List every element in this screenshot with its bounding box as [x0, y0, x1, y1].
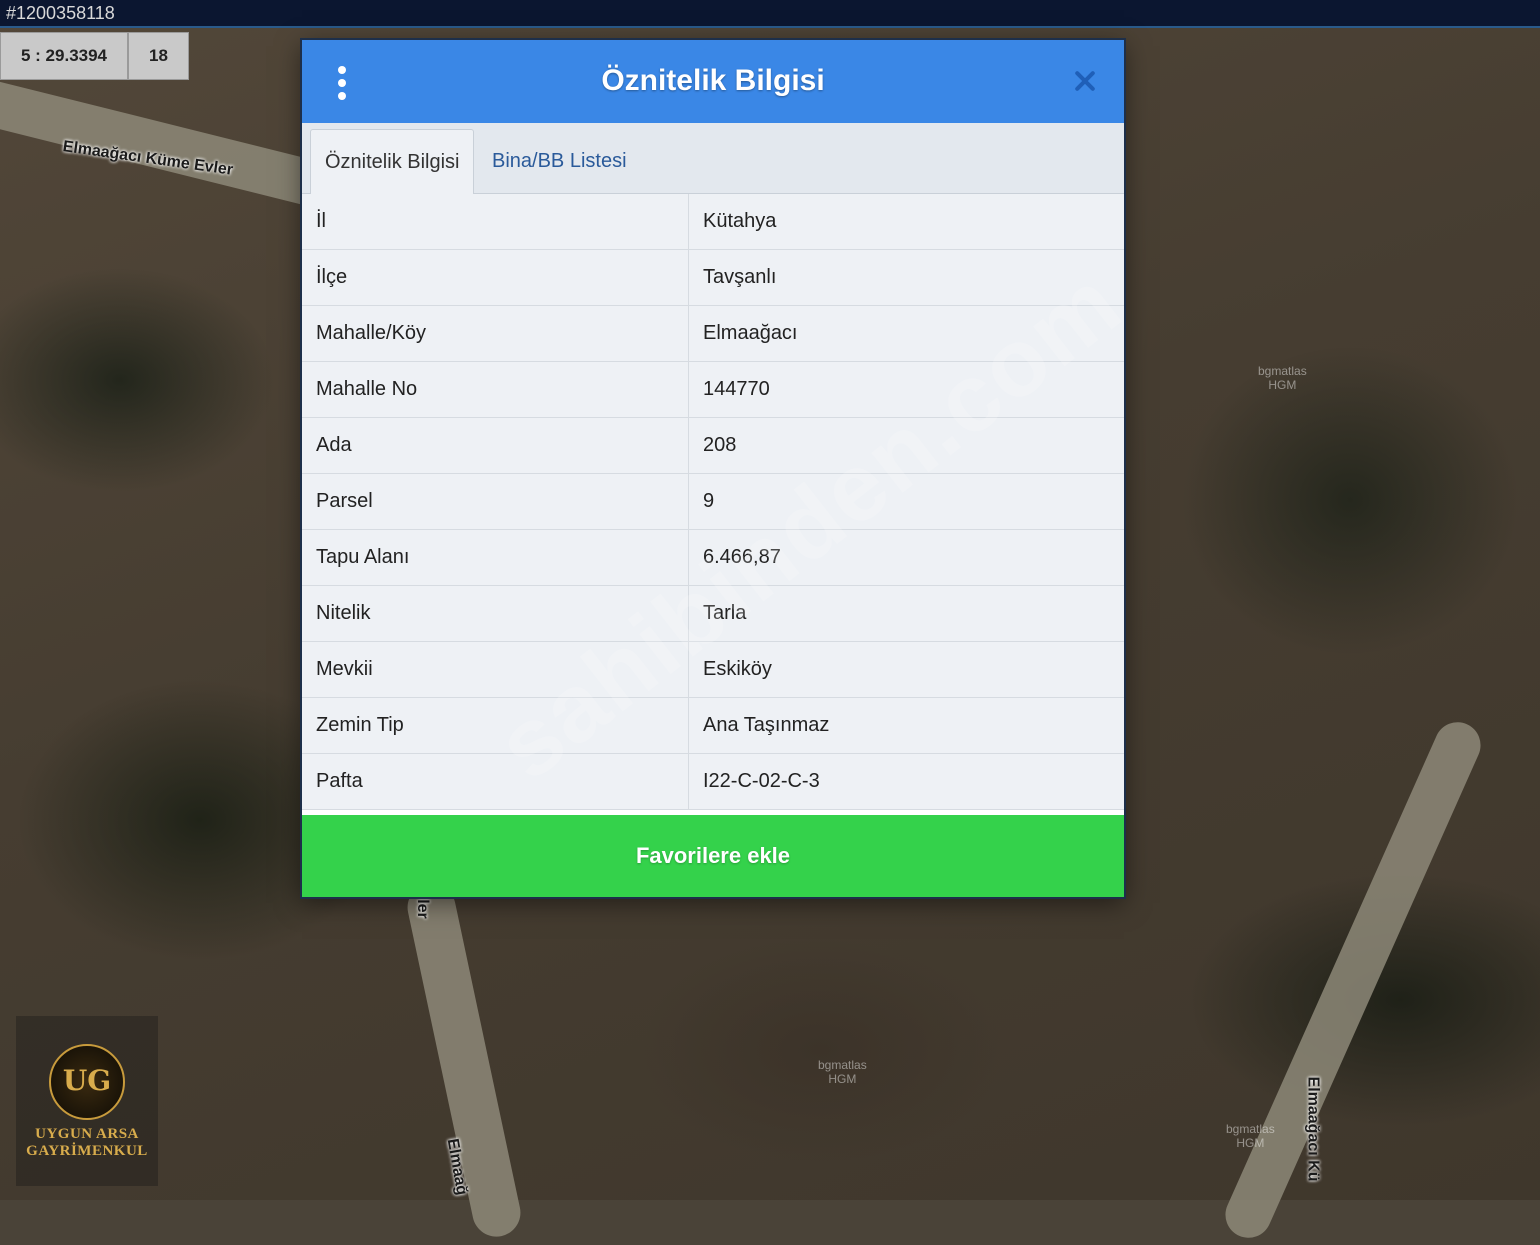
attribute-key: Nitelik: [302, 585, 689, 642]
table-row: Tapu Alanı 6.466,87: [302, 529, 1124, 586]
table-row: Mahalle/Köy Elmaağacı: [302, 305, 1124, 362]
attribute-value: Tarla: [688, 585, 1124, 642]
attribute-table: İl Kütahya İlçe Tavşanlı Mahalle/Köy Elmaağ…: [302, 194, 1124, 810]
scale-box: 5 : 29.3394 18: [0, 32, 189, 80]
top-strip: #1200358118: [0, 0, 1540, 28]
attribute-value: Tavşanlı: [688, 249, 1124, 306]
attribute-key: Mahalle/Köy: [302, 305, 689, 362]
close-icon[interactable]: [1068, 64, 1102, 98]
company-logo: UG UYGUN ARSA GAYRİMENKUL: [16, 1016, 158, 1186]
attribute-value: 208: [688, 417, 1124, 474]
attribute-value: 6.466,87: [688, 529, 1124, 586]
map-attribution: bgmatlas HGM: [1258, 364, 1307, 392]
add-to-favorites-button[interactable]: Favorilere ekle: [302, 815, 1124, 897]
logo-line-2: GAYRİMENKUL: [26, 1143, 148, 1159]
table-row: Nitelik Tarla: [302, 585, 1124, 642]
dialog-title: Öznitelik Bilgisi: [601, 64, 825, 97]
attribute-key: İlçe: [302, 249, 689, 306]
attribute-key: Mahalle No: [302, 361, 689, 418]
attribute-key: Tapu Alanı: [302, 529, 689, 586]
road-label: ler: [413, 899, 431, 919]
table-row: Mevkii Eskiköy: [302, 641, 1124, 698]
attribute-value: 144770: [688, 361, 1124, 418]
road: [1218, 714, 1488, 1245]
road-label: Elmaağacı Kü: [1304, 1076, 1322, 1182]
attribute-value: I22-C-02-C-3: [688, 753, 1124, 810]
road: [0, 74, 340, 212]
attribute-value: Kütahya: [688, 194, 1124, 250]
map-attribution: bgmatlas HGM: [1226, 1122, 1275, 1150]
attribute-value: Eskiköy: [688, 641, 1124, 698]
attribute-dialog: Öznitelik Bilgisi Öznitelik Bilgisi Bina…: [302, 40, 1124, 897]
attribute-value: 9: [688, 473, 1124, 530]
attribute-key: Ada: [302, 417, 689, 474]
table-row: Mahalle No 144770: [302, 361, 1124, 418]
tab-attribute-info[interactable]: Öznitelik Bilgisi: [310, 129, 475, 194]
table-row: Zemin Tip Ana Taşınmaz: [302, 697, 1124, 754]
scale-readout: 5 : 29.3394: [0, 32, 129, 80]
attribute-key: Zemin Tip: [302, 697, 689, 754]
zoom-level: 18: [128, 32, 189, 80]
attribute-key: Pafta: [302, 753, 689, 810]
attribute-key: Parsel: [302, 473, 689, 530]
attribute-key: İl: [302, 194, 689, 250]
table-row: İl Kütahya: [302, 194, 1124, 250]
listing-id: #1200358118: [6, 3, 115, 23]
attribute-value: Ana Taşınmaz: [688, 697, 1124, 754]
map-attribution: bgmatlas HGM: [818, 1058, 867, 1086]
tab-bar: Öznitelik Bilgisi Bina/BB Listesi: [302, 123, 1124, 194]
table-row: Parsel 9: [302, 473, 1124, 530]
table-row: Pafta I22-C-02-C-3: [302, 753, 1124, 810]
attribute-value: Elmaağacı: [688, 305, 1124, 362]
tab-building-list[interactable]: Bina/BB Listesi: [478, 129, 641, 193]
attribute-key: Mevkii: [302, 641, 689, 698]
dialog-header: Öznitelik Bilgisi: [302, 40, 1124, 123]
logo-emblem-icon: UG: [49, 1044, 125, 1120]
table-row: Ada 208: [302, 417, 1124, 474]
table-row: İlçe Tavşanlı: [302, 249, 1124, 306]
logo-line-1: UYGUN ARSA: [35, 1126, 139, 1142]
